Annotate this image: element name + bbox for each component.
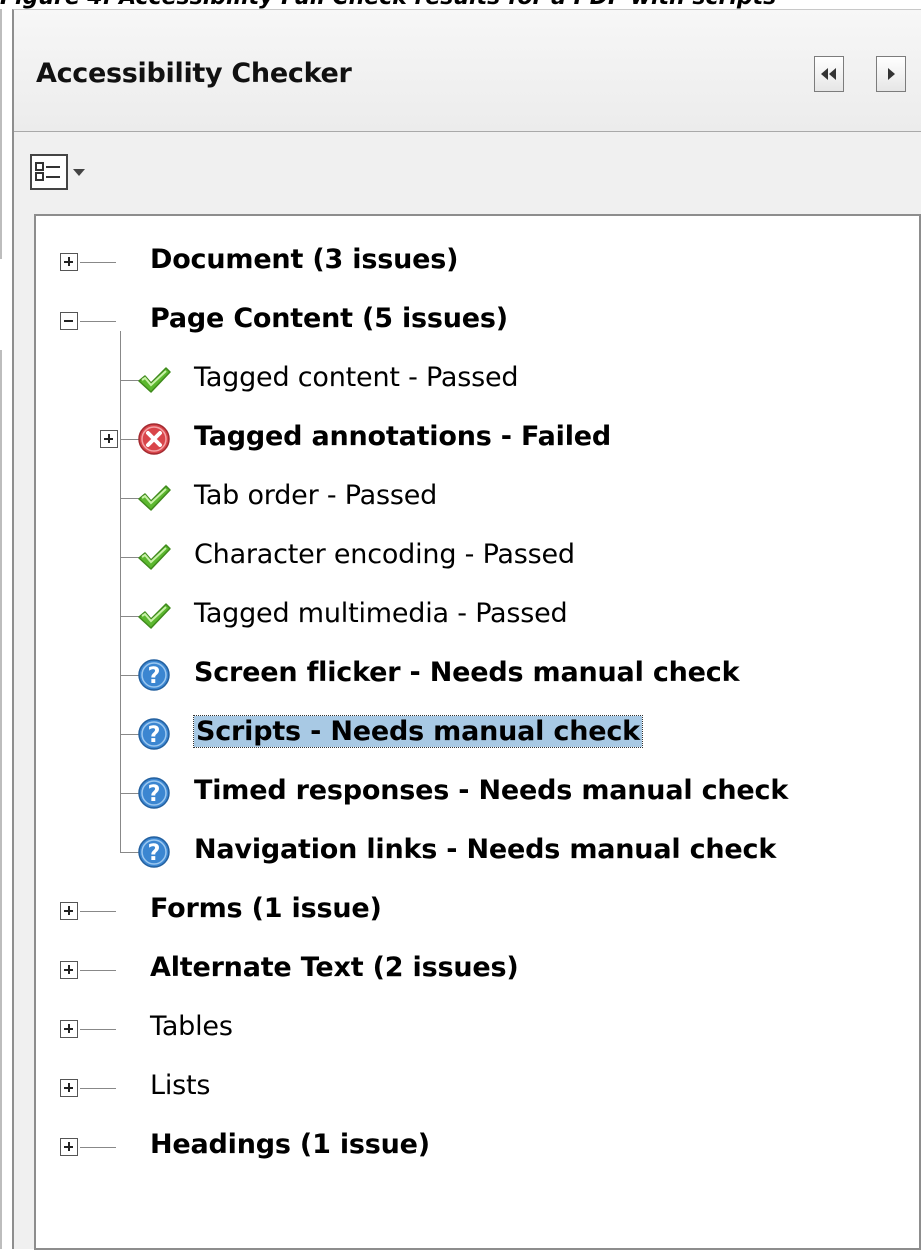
- tree-connector: [80, 1029, 116, 1030]
- tree-check-label: Screen flicker - Needs manual check: [194, 657, 740, 688]
- question-icon: ?: [136, 716, 172, 752]
- expand-icon[interactable]: [60, 961, 78, 979]
- tree-check-label: Navigation links - Needs manual check: [194, 834, 777, 865]
- question-icon: ?: [136, 657, 172, 693]
- expand-icon[interactable]: [60, 1079, 78, 1097]
- panel-header: Accessibility Checker: [14, 10, 921, 132]
- tree-category-row[interactable]: Page Content (5 issues): [36, 295, 919, 347]
- expand-icon[interactable]: [60, 253, 78, 271]
- expand-icon[interactable]: [100, 430, 118, 448]
- tree-connector: [80, 1147, 116, 1148]
- tree-category-label: Headings (1 issue): [150, 1129, 430, 1160]
- collapse-left-icon: [819, 66, 839, 82]
- tree-check-label: Scripts - Needs manual check: [193, 715, 643, 748]
- tree-check-row[interactable]: Tagged annotations - Failed: [36, 413, 919, 465]
- check-icon: [136, 362, 172, 398]
- chevron-down-icon: [73, 168, 85, 176]
- tree-check-row[interactable]: ? Timed responses - Needs manual check: [36, 767, 919, 819]
- tree-connector: [120, 331, 121, 852]
- tree-content: Document (3 issues) Page Content (5 issue…: [36, 216, 919, 1248]
- tree-connector: [80, 321, 116, 322]
- window-frame-edge: [0, 9, 2, 259]
- tree-category-label: Forms (1 issue): [150, 893, 382, 924]
- tree-category-row[interactable]: Lists: [36, 1062, 919, 1114]
- tree-check-row[interactable]: ? Navigation links - Needs manual check: [36, 826, 919, 878]
- tree-check-label: Tagged multimedia - Passed: [194, 598, 568, 629]
- tree-category-label: Tables: [150, 1011, 233, 1042]
- options-menu-icon: [30, 154, 68, 190]
- tree-category-label: Page Content (5 issues): [150, 303, 508, 334]
- tree-connector: [80, 970, 116, 971]
- expand-icon[interactable]: [60, 902, 78, 920]
- tree-check-label: Tab order - Passed: [194, 480, 438, 511]
- check-icon: [136, 598, 172, 634]
- tree-category-row[interactable]: Headings (1 issue): [36, 1121, 919, 1173]
- svg-text:?: ?: [148, 723, 161, 748]
- tree-category-label: Alternate Text (2 issues): [150, 952, 519, 983]
- expand-icon[interactable]: [60, 1138, 78, 1156]
- error-icon: [136, 421, 172, 457]
- expand-icon[interactable]: [60, 1020, 78, 1038]
- tree-check-row[interactable]: ? Scripts - Needs manual check: [36, 708, 919, 760]
- window-frame-gap: [0, 259, 12, 350]
- svg-text:?: ?: [148, 782, 161, 807]
- tree-check-row[interactable]: Tab order - Passed: [36, 472, 919, 524]
- tree-category-row[interactable]: Alternate Text (2 issues): [36, 944, 919, 996]
- figure-caption-strip: Figure 4: Accessibility Full Check resul…: [0, 0, 921, 9]
- question-icon: ?: [136, 775, 172, 811]
- tree-category-row[interactable]: Tables: [36, 1003, 919, 1055]
- tree-check-label: Tagged content - Passed: [194, 362, 519, 393]
- options-menu-button[interactable]: [30, 150, 102, 194]
- check-icon: [136, 539, 172, 575]
- figure-caption: Figure 4: Accessibility Full Check resul…: [0, 0, 776, 9]
- check-icon: [136, 480, 172, 516]
- tree-check-row[interactable]: Tagged multimedia - Passed: [36, 590, 919, 642]
- tree-connector: [80, 262, 116, 263]
- tree-check-label: Timed responses - Needs manual check: [194, 775, 789, 806]
- window-frame-edge: [0, 350, 2, 1249]
- collapse-left-button[interactable]: [814, 56, 844, 92]
- tree-category-label: Document (3 issues): [150, 244, 459, 275]
- tree-connector: [80, 911, 116, 912]
- tree-category-row[interactable]: Document (3 issues): [36, 236, 919, 288]
- tree-check-row[interactable]: ? Screen flicker - Needs manual check: [36, 649, 919, 701]
- panel-title: Accessibility Checker: [36, 58, 352, 89]
- tree-check-row[interactable]: Character encoding - Passed: [36, 531, 919, 583]
- collapse-icon[interactable]: [60, 312, 78, 330]
- svg-text:?: ?: [148, 841, 161, 866]
- question-icon: ?: [136, 834, 172, 870]
- tree-check-label: Tagged annotations - Failed: [194, 421, 612, 452]
- accessibility-checker-panel: Accessibility Checker Document (3 issues…: [12, 9, 921, 1250]
- tree-category-label: Lists: [150, 1070, 211, 1101]
- tree-check-label: Character encoding - Passed: [194, 539, 575, 570]
- tree-connector: [80, 1088, 116, 1089]
- expand-right-button[interactable]: [876, 56, 906, 92]
- svg-text:?: ?: [148, 664, 161, 689]
- tree-check-row[interactable]: Tagged content - Passed: [36, 354, 919, 406]
- expand-right-icon: [884, 66, 898, 82]
- results-tree: Document (3 issues) Page Content (5 issue…: [34, 214, 921, 1250]
- tree-category-row[interactable]: Forms (1 issue): [36, 885, 919, 937]
